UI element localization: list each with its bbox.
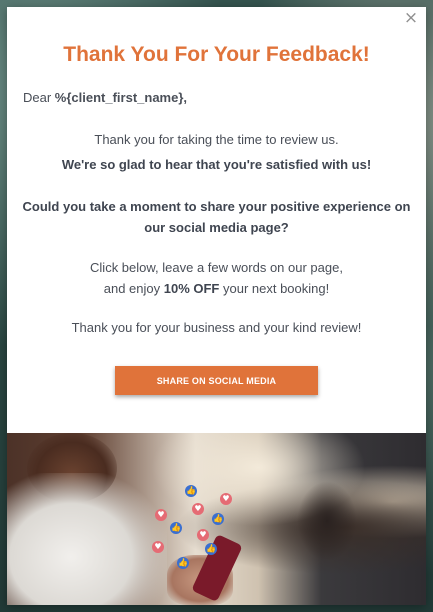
heart-icon: ♥ xyxy=(220,493,232,505)
share-social-media-button[interactable]: SHARE ON SOCIAL MEDIA xyxy=(115,366,318,395)
heart-icon: ♥ xyxy=(192,503,204,515)
heart-icon: ♥ xyxy=(155,509,167,521)
question-line-2: our social media page? xyxy=(144,220,289,235)
click-line-2: and enjoy 10% OFF your next booking! xyxy=(7,278,426,299)
modal-content: Thank You For Your Feedback! Dear %{clie… xyxy=(7,7,426,433)
client-name-placeholder: %{client_first_name}, xyxy=(54,90,188,105)
woman-sweater xyxy=(7,473,167,605)
thanks-review-line: Thank you for taking the time to review … xyxy=(94,132,339,147)
click-line-2-suffix: your next booking! xyxy=(219,281,330,296)
heart-icon: ♥ xyxy=(152,541,164,553)
like-icon: 👍 xyxy=(170,522,182,534)
like-icon: 👍 xyxy=(205,543,217,555)
social-media-photo: ♥ 👍 ♥ ♥ 👍 ♥ 👍 👍 ♥ 👍 xyxy=(7,433,426,605)
feedback-modal: × Thank You For Your Feedback! Dear %{cl… xyxy=(7,7,426,605)
modal-title: Thank You For Your Feedback! xyxy=(63,43,370,66)
satisfied-line: We're so glad to hear that you're satisf… xyxy=(61,157,372,172)
background-person xyxy=(297,481,357,561)
heart-icon: ♥ xyxy=(197,529,209,541)
question-line-1: Could you take a moment to share your po… xyxy=(22,199,411,214)
like-icon: 👍 xyxy=(185,485,197,497)
like-icon: 👍 xyxy=(177,557,189,569)
greeting: Dear %{client_first_name}, xyxy=(23,90,187,105)
discount-text: 10% OFF xyxy=(163,281,220,296)
click-line-2-prefix: and enjoy xyxy=(103,281,164,296)
business-thanks-line: Thank you for your business and your kin… xyxy=(71,320,362,335)
click-line-1: Click below, leave a few words on our pa… xyxy=(90,260,343,275)
like-icon: 👍 xyxy=(212,513,224,525)
greeting-prefix: Dear xyxy=(23,90,55,105)
